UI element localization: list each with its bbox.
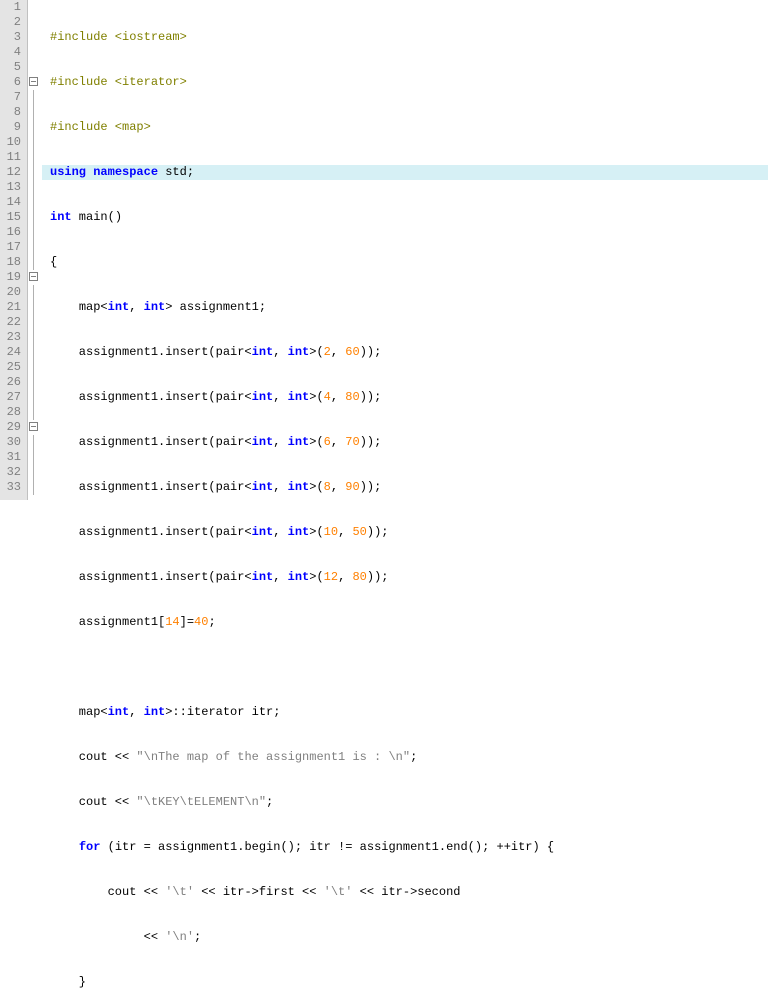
code-line: for (itr = assignment1.begin(); itr != a… [50, 840, 768, 855]
line-number: 7 [4, 90, 21, 105]
line-number: 20 [4, 285, 21, 300]
line-number: 31 [4, 450, 21, 465]
line-number: 12 [4, 165, 21, 180]
line-number: 21 [4, 300, 21, 315]
line-number: 23 [4, 330, 21, 345]
code-line-highlighted: using namespace std; [42, 165, 768, 180]
code-line: { [50, 255, 768, 270]
code-line: map<int, int>::iterator itr; [50, 705, 768, 720]
line-number: 15 [4, 210, 21, 225]
code-line: assignment1.insert(pair<int, int>(12, 80… [50, 570, 768, 585]
line-number: 24 [4, 345, 21, 360]
line-number-gutter: 1 2 3 4 5 6 7 8 9 10 11 12 13 14 15 16 1… [0, 0, 28, 500]
fold-toggle-icon[interactable] [29, 422, 38, 431]
code-area[interactable]: #include <iostream> #include <iterator> … [42, 0, 768, 500]
line-number: 6 [4, 75, 21, 90]
code-editor: 1 2 3 4 5 6 7 8 9 10 11 12 13 14 15 16 1… [0, 0, 768, 500]
code-line: cout << "\nThe map of the assignment1 is… [50, 750, 768, 765]
line-number: 30 [4, 435, 21, 450]
code-line: assignment1[14]=40; [50, 615, 768, 630]
code-line: } [50, 975, 768, 990]
line-number: 22 [4, 315, 21, 330]
code-line: assignment1.insert(pair<int, int>(4, 80)… [50, 390, 768, 405]
line-number: 17 [4, 240, 21, 255]
line-number: 27 [4, 390, 21, 405]
code-line: map<int, int> assignment1; [50, 300, 768, 315]
line-number: 29 [4, 420, 21, 435]
line-number: 16 [4, 225, 21, 240]
line-number: 13 [4, 180, 21, 195]
line-number: 4 [4, 45, 21, 60]
code-line: #include <iterator> [50, 75, 768, 90]
code-line: #include <iostream> [50, 30, 768, 45]
line-number: 28 [4, 405, 21, 420]
line-number: 26 [4, 375, 21, 390]
line-number: 19 [4, 270, 21, 285]
line-number: 25 [4, 360, 21, 375]
fold-toggle-icon[interactable] [29, 272, 38, 281]
code-line: assignment1.insert(pair<int, int>(2, 60)… [50, 345, 768, 360]
line-number: 8 [4, 105, 21, 120]
line-number: 2 [4, 15, 21, 30]
code-line: << '\n'; [50, 930, 768, 945]
line-number: 18 [4, 255, 21, 270]
code-line: #include <map> [50, 120, 768, 135]
code-line: int main() [50, 210, 768, 225]
line-number: 1 [4, 0, 21, 15]
line-number: 32 [4, 465, 21, 480]
code-line: assignment1.insert(pair<int, int>(10, 50… [50, 525, 768, 540]
code-line: cout << '\t' << itr->first << '\t' << it… [50, 885, 768, 900]
fold-gutter [28, 0, 42, 500]
line-number: 14 [4, 195, 21, 210]
code-line [50, 660, 768, 675]
line-number: 33 [4, 480, 21, 495]
code-line: cout << "\tKEY\tELEMENT\n"; [50, 795, 768, 810]
line-number: 9 [4, 120, 21, 135]
code-line: assignment1.insert(pair<int, int>(6, 70)… [50, 435, 768, 450]
line-number: 10 [4, 135, 21, 150]
line-number: 11 [4, 150, 21, 165]
code-line: assignment1.insert(pair<int, int>(8, 90)… [50, 480, 768, 495]
line-number: 3 [4, 30, 21, 45]
fold-toggle-icon[interactable] [29, 77, 38, 86]
line-number: 5 [4, 60, 21, 75]
